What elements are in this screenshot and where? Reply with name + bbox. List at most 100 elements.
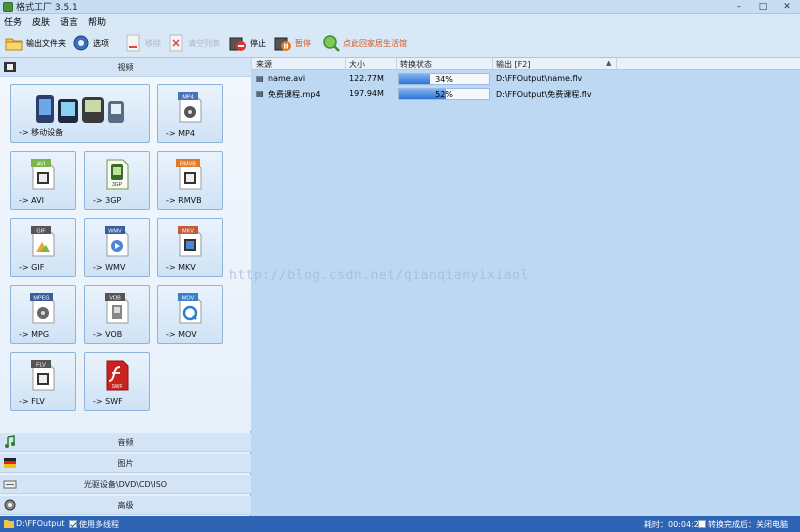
- file-icon: ▤: [256, 89, 264, 98]
- stop-icon: [229, 34, 247, 52]
- format-rmvb[interactable]: RMVB -> RMVB: [157, 151, 223, 210]
- progress-bar: 34%: [398, 73, 490, 85]
- task-list-header: 来源 大小 转换状态 输出 [F2] ▲: [252, 58, 800, 70]
- menu-task[interactable]: 任务: [4, 15, 22, 28]
- format-mobile-device[interactable]: -> 移动设备: [10, 84, 150, 143]
- format-mpg[interactable]: MPEG -> MPG: [10, 285, 76, 344]
- pause-icon: [274, 34, 292, 52]
- category-panel: 视频 -> 移动设备 MP4 -> MP4 AVI -> AVI 3GP -> …: [0, 58, 251, 516]
- menu-language[interactable]: 语言: [60, 15, 78, 28]
- row-size: 122.77M: [349, 74, 384, 83]
- task-list: 来源 大小 转换状态 输出 [F2] ▲ ▤ name.avi 122.77M …: [252, 58, 800, 516]
- svg-text:3GP: 3GP: [112, 182, 123, 188]
- category-video[interactable]: 视频: [0, 58, 251, 77]
- row-output: D:\FFOutput\name.flv: [496, 74, 583, 83]
- progress-text: 34%: [435, 75, 453, 84]
- video-format-grid: -> 移动设备 MP4 -> MP4 AVI -> AVI 3GP -> 3GP…: [0, 77, 251, 431]
- column-size[interactable]: 大小: [349, 59, 365, 70]
- document-remove-icon: [124, 34, 142, 52]
- format-mp4[interactable]: MP4 -> MP4: [157, 84, 223, 143]
- search-globe-icon: [322, 34, 340, 52]
- wmv-file-icon: WMV: [104, 225, 130, 260]
- format-gif[interactable]: GIF -> GIF: [10, 218, 76, 277]
- mov-quicktime-icon: MOV: [177, 292, 203, 327]
- close-button[interactable]: ✕: [778, 0, 796, 14]
- menu-bar: 任务 皮肤 语言 帮助: [0, 14, 800, 28]
- clear-list-icon: [167, 34, 185, 52]
- gif-file-icon: GIF: [30, 225, 56, 260]
- category-advanced[interactable]: 高级: [0, 496, 251, 515]
- menu-help[interactable]: 帮助: [88, 15, 106, 28]
- file-icon: ▤: [256, 74, 264, 83]
- format-mkv[interactable]: MKV -> MKV: [157, 218, 223, 277]
- column-status[interactable]: 转换状态: [400, 59, 432, 70]
- minimize-button[interactable]: –: [730, 0, 748, 14]
- category-image[interactable]: 图片: [0, 454, 251, 473]
- row-source: 免费课程.mp4: [268, 90, 321, 99]
- app-logo-icon: [3, 1, 13, 12]
- progress-bar: 52%: [398, 88, 490, 100]
- options-button[interactable]: 选项: [72, 33, 109, 53]
- flv-file-icon: FLV: [30, 359, 56, 394]
- svg-text:WMV: WMV: [108, 229, 122, 235]
- vob-file-icon: VOB: [104, 292, 130, 327]
- output-folder-button[interactable]: 输出文件夹: [5, 33, 66, 53]
- format-wmv[interactable]: WMV -> WMV: [84, 218, 150, 277]
- progress-text: 52%: [435, 90, 453, 99]
- category-rom-device[interactable]: 光驱设备\DVD\CD\ISO: [0, 475, 251, 494]
- watermark: http://blog.csdn.net/qianqianyixiaol: [229, 268, 529, 283]
- clear-list-button[interactable]: 清空列表: [167, 33, 220, 53]
- column-source[interactable]: 来源: [256, 59, 272, 70]
- sort-arrow-icon: ▲: [606, 59, 612, 67]
- row-source: name.avi: [268, 74, 306, 83]
- mpeg-file-icon: MPEG: [29, 292, 57, 327]
- svg-text:MPEG: MPEG: [33, 296, 49, 302]
- check-icon: [69, 520, 77, 528]
- rmvb-file-icon: RMVB: [175, 158, 205, 193]
- avi-file-icon: AVI: [30, 158, 56, 193]
- column-output[interactable]: 输出 [F2]: [496, 59, 530, 70]
- svg-text:FLV: FLV: [36, 363, 46, 369]
- svg-text:VOB: VOB: [109, 296, 121, 302]
- elapsed-time: 耗时：00:04:29: [644, 520, 704, 529]
- format-avi[interactable]: AVI -> AVI: [10, 151, 76, 210]
- category-audio[interactable]: 音频: [0, 433, 251, 452]
- format-vob[interactable]: VOB -> VOB: [84, 285, 150, 344]
- multithread-checkbox[interactable]: 使用多线程: [69, 519, 119, 530]
- table-row[interactable]: ▤ 免费课程.mp4 197.94M 52% D:\FFOutput\免费课程.…: [252, 87, 800, 101]
- pause-button[interactable]: 暂停: [274, 33, 311, 53]
- svg-text:GIF: GIF: [36, 229, 46, 235]
- table-row[interactable]: ▤ name.avi 122.77M 34% D:\FFOutput\name.…: [252, 72, 800, 86]
- row-size: 197.94M: [349, 89, 384, 98]
- title-bar: 格式工厂 3.5.1 – □ ✕: [0, 0, 800, 14]
- svg-text:RMVB: RMVB: [180, 162, 196, 168]
- stop-button[interactable]: 停止: [229, 33, 266, 53]
- swf-flash-icon: SWF: [104, 359, 130, 394]
- 3gp-file-icon: 3GP: [104, 158, 130, 193]
- toolbar: 输出文件夹 选项 移除 清空列表 停止 暂停 点此回家居生活馆: [0, 28, 800, 58]
- svg-text:MP4: MP4: [182, 95, 193, 101]
- format-mov[interactable]: MOV -> MOV: [157, 285, 223, 344]
- svg-text:SWF: SWF: [111, 384, 122, 390]
- folder-icon: [5, 34, 23, 52]
- row-output: D:\FFOutput\免费课程.flv: [496, 90, 592, 99]
- gear-icon: [72, 34, 90, 52]
- format-flv[interactable]: FLV -> FLV: [10, 352, 76, 411]
- maximize-button[interactable]: □: [754, 0, 772, 14]
- folder-small-icon: [4, 519, 14, 530]
- after-done-checkbox[interactable]: 转换完成后：关闭电脑: [698, 519, 788, 530]
- remove-button[interactable]: 移除: [124, 33, 161, 53]
- menu-skin[interactable]: 皮肤: [32, 15, 50, 28]
- svg-text:AVI: AVI: [37, 162, 46, 168]
- format-3gp[interactable]: 3GP -> 3GP: [84, 151, 150, 210]
- format-swf[interactable]: SWF -> SWF: [84, 352, 150, 411]
- output-path-text[interactable]: D:\FFOutput: [16, 519, 65, 528]
- mkv-file-icon: MKV: [177, 225, 203, 260]
- mobile-devices-icon: [32, 91, 128, 128]
- svg-text:MOV: MOV: [182, 296, 195, 302]
- status-bar: D:\FFOutput 使用多线程 耗时：00:04:29 转换完成后：关闭电脑: [0, 516, 800, 532]
- mp4-file-icon: MP4: [177, 91, 203, 126]
- svg-text:MKV: MKV: [182, 229, 194, 235]
- family-life-link[interactable]: 点此回家居生活馆: [322, 33, 407, 53]
- window-title: 格式工厂 3.5.1: [16, 3, 78, 13]
